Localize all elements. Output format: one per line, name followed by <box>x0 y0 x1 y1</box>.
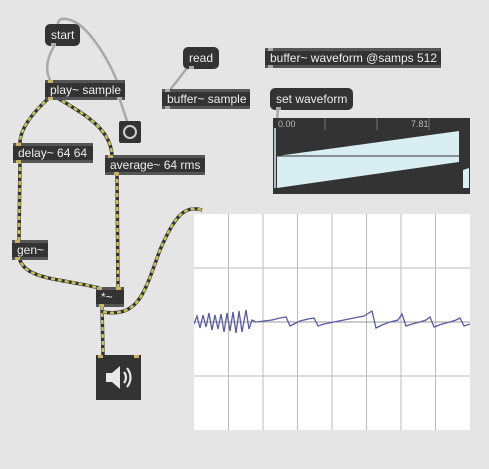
delay-object-outlet[interactable] <box>16 160 21 163</box>
set-waveform-message[interactable]: set waveform <box>270 88 354 110</box>
read-message[interactable]: read <box>183 47 220 69</box>
cord-gen-to-multiply[interactable] <box>17 255 100 290</box>
delay-object[interactable]: delay~ 64 64 <box>13 143 93 163</box>
play-object-inlet[interactable] <box>48 80 53 83</box>
read-message-outlet[interactable] <box>189 66 194 69</box>
speaker-icon <box>106 366 132 389</box>
cord-delay-to-gen[interactable] <box>17 159 22 241</box>
set-waveform-message-label: set waveform <box>276 92 348 106</box>
buffer-waveform-object-outlet[interactable] <box>268 65 273 68</box>
average-object[interactable]: average~ 64 rms <box>105 155 205 175</box>
gen-object-outlet[interactable] <box>15 257 20 260</box>
delay-object-inlet[interactable] <box>16 143 21 146</box>
play-object-outlet-signal[interactable] <box>48 97 53 100</box>
multiply-object-outlet[interactable] <box>99 304 104 307</box>
cord-start-to-play[interactable] <box>45 41 58 82</box>
scope-plot <box>193 214 471 430</box>
speaker-inlet-right[interactable] <box>134 355 139 358</box>
start-message-outlet[interactable] <box>51 43 56 46</box>
multiply-object-inlet-left[interactable] <box>97 287 102 290</box>
multiply-object-inlet-right[interactable] <box>116 287 121 290</box>
start-message[interactable]: start <box>45 24 81 46</box>
waveform-display[interactable]: 0.00 7.81 <box>273 118 470 194</box>
gen-object-label: gen~ <box>17 243 45 257</box>
delay-object-label: delay~ 64 64 <box>18 146 88 160</box>
cord-read-to-buffer[interactable] <box>168 66 189 92</box>
buffer-waveform-object[interactable]: buffer~ waveform @samps 512 <box>265 48 441 68</box>
waveform-plot <box>274 118 469 188</box>
gen-object[interactable]: gen~ <box>12 240 48 260</box>
play-object[interactable]: play~ sample <box>45 80 125 100</box>
buffer-sample-object-label: buffer~ sample <box>167 92 247 106</box>
cord-multiply-to-speaker[interactable] <box>100 305 105 356</box>
buffer-waveform-object-label: buffer~ waveform @samps 512 <box>270 51 438 65</box>
average-object-label: average~ 64 rms <box>110 158 201 172</box>
scope-display[interactable] <box>193 214 471 430</box>
cord-play-to-bang[interactable] <box>117 95 129 123</box>
average-object-inlet[interactable] <box>108 155 113 158</box>
cord-average-to-multiply[interactable] <box>115 171 120 289</box>
read-message-label: read <box>189 51 214 65</box>
play-object-outlet-done[interactable] <box>117 97 122 100</box>
speaker-inlet-left[interactable] <box>98 355 103 358</box>
set-waveform-message-outlet[interactable] <box>276 107 281 110</box>
start-message-label: start <box>51 28 75 42</box>
buffer-sample-object-inlet[interactable] <box>165 89 170 92</box>
speaker-button[interactable] <box>96 355 141 400</box>
bang-icon <box>123 125 137 139</box>
cord-play-to-delay[interactable] <box>18 95 52 144</box>
waveform-fill <box>277 131 459 188</box>
multiply-object[interactable]: *~ <box>96 287 124 307</box>
buffer-sample-object-outlet[interactable] <box>165 106 170 109</box>
play-object-label: play~ sample <box>50 83 122 97</box>
average-object-outlet[interactable] <box>114 172 119 175</box>
buffer-sample-object[interactable]: buffer~ sample <box>162 89 250 109</box>
buffer-waveform-object-inlet[interactable] <box>268 48 273 51</box>
gen-object-inlet[interactable] <box>15 240 20 243</box>
bang-button[interactable] <box>119 121 141 143</box>
multiply-object-label: *~ <box>101 290 113 304</box>
